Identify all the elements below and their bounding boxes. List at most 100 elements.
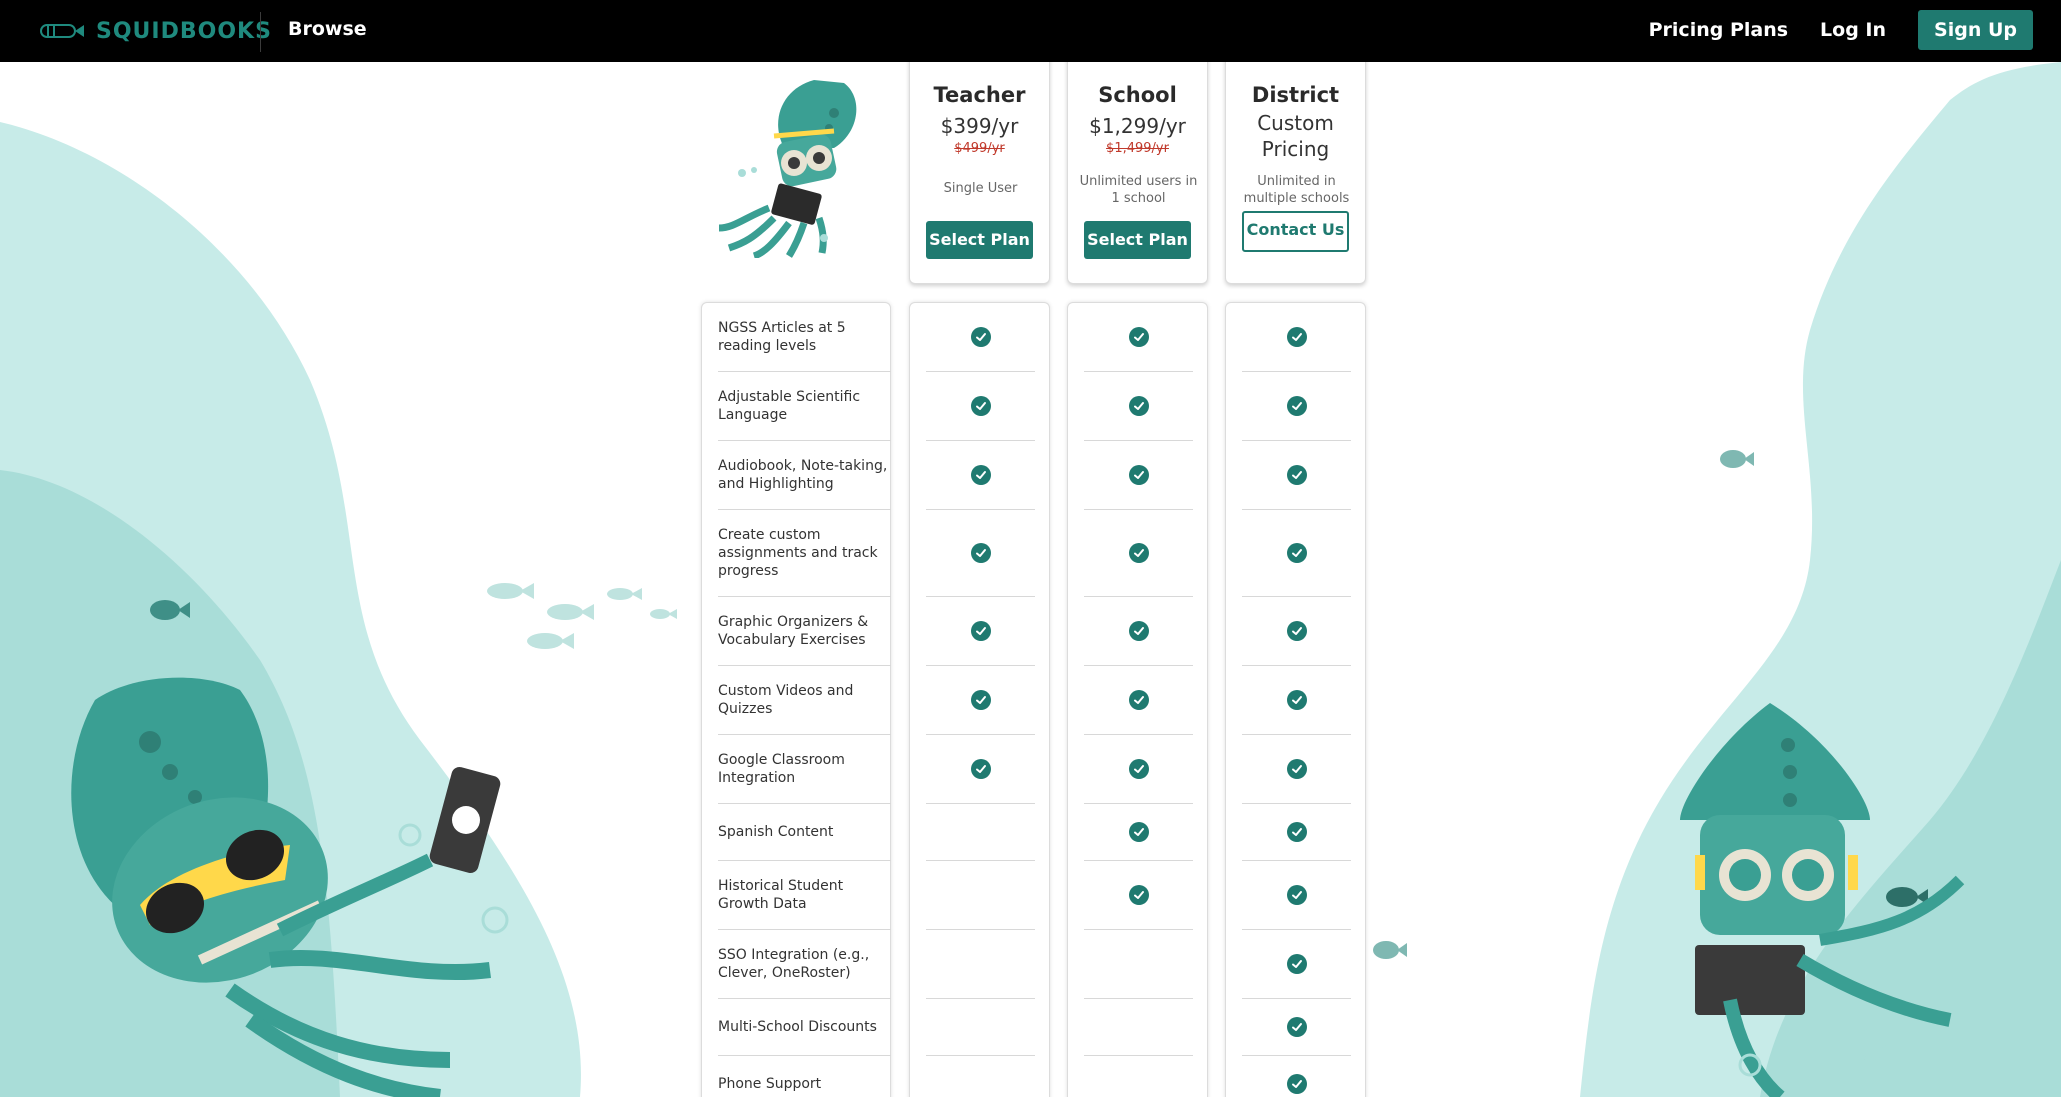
site-logo[interactable]: SQUIDBOOKS (40, 18, 272, 44)
check-icon (1286, 1017, 1307, 1037)
plan-old-price: $1,499/yr (1106, 141, 1169, 156)
check-icon (1286, 465, 1307, 485)
feature-row: Graphic Organizers & Vocabulary Exercise… (718, 597, 891, 666)
feature-cell-school (1084, 1056, 1193, 1097)
feature-cell-teacher (926, 303, 1035, 372)
feature-cell-school (1084, 804, 1193, 861)
feature-cell-teacher (926, 372, 1035, 441)
plan-description: Unlimited users in 1 school (1079, 174, 1198, 206)
check-icon (1128, 396, 1149, 416)
feature-cell-district (1242, 666, 1351, 735)
check-icon (970, 621, 991, 641)
check-icon (970, 465, 991, 485)
check-icon (1286, 954, 1307, 974)
check-icon (1128, 885, 1149, 905)
fish-school-icon (487, 583, 677, 649)
nav-divider (260, 12, 261, 52)
feature-row: Historical Student Growth Data (718, 861, 891, 930)
feature-cell-district (1242, 999, 1351, 1056)
feature-cell-teacher (926, 510, 1035, 597)
select-plan-teacher-button[interactable]: Select Plan (926, 221, 1033, 259)
feature-cell-teacher (926, 861, 1035, 930)
check-icon (1286, 690, 1307, 710)
signup-button[interactable]: Sign Up (1918, 10, 2033, 50)
plan-price: Custom Pricing (1257, 111, 1334, 161)
plan-name: Teacher (933, 83, 1026, 107)
check-icon (1286, 822, 1307, 842)
feature-cell-district (1242, 930, 1351, 999)
plan-card-teacher: Teacher $399/yr $499/yr Single User Sele… (909, 56, 1050, 284)
nav-pricing-link[interactable]: Pricing Plans (1649, 19, 1788, 41)
feature-row: Create custom assignments and track prog… (718, 510, 891, 597)
plan-description: Single User (943, 181, 1018, 196)
feature-cell-district (1242, 303, 1351, 372)
feature-cell-district (1242, 441, 1351, 510)
feature-cell-school (1084, 735, 1193, 804)
feature-label: Graphic Organizers & Vocabulary Exercise… (718, 614, 869, 648)
feature-label: SSO Integration (e.g., Clever, OneRoster… (718, 947, 870, 981)
feature-cell-school (1084, 510, 1193, 597)
check-icon (970, 396, 991, 416)
feature-row: SSO Integration (e.g., Clever, OneRoster… (718, 930, 891, 999)
feature-cell-school (1084, 999, 1193, 1056)
feature-label: Spanish Content (718, 824, 834, 840)
feature-label: Audiobook, Note-taking, and Highlighting (718, 458, 888, 492)
feature-labels-column: NGSS Articles at 5 reading levels Adjusta… (701, 302, 891, 1097)
school-features-column (1067, 302, 1208, 1097)
feature-row: Adjustable Scientific Language (718, 372, 891, 441)
feature-cell-teacher (926, 804, 1035, 861)
plan-description: Unlimited in multiple schools (1243, 174, 1350, 206)
check-icon (970, 543, 991, 563)
nav-right-group: Pricing Plans Log In Sign Up (1649, 10, 2033, 50)
check-icon (1128, 543, 1149, 563)
feature-label: Google Classroom Integration (718, 752, 845, 786)
feature-cell-school (1084, 930, 1193, 999)
plan-old-price: $499/yr (954, 141, 1005, 156)
feature-label: Custom Videos and Quizzes (718, 683, 854, 717)
feature-cell-teacher (926, 597, 1035, 666)
feature-cell-teacher (926, 666, 1035, 735)
feature-cell-district (1242, 1056, 1351, 1097)
feature-row: Audiobook, Note-taking, and Highlighting (718, 441, 891, 510)
plan-name: District (1251, 83, 1340, 107)
nav-login-link[interactable]: Log In (1820, 19, 1886, 41)
check-icon (1128, 465, 1149, 485)
feature-row: Spanish Content (718, 804, 891, 861)
feature-label: NGSS Articles at 5 reading levels (718, 320, 846, 354)
check-icon (1128, 690, 1149, 710)
nav-browse-link[interactable]: Browse (288, 18, 367, 40)
district-features-column (1225, 302, 1366, 1097)
feature-cell-district (1242, 597, 1351, 666)
teacher-features-column (909, 302, 1050, 1097)
feature-cell-school (1084, 441, 1193, 510)
feature-cell-district (1242, 735, 1351, 804)
select-plan-school-button[interactable]: Select Plan (1084, 221, 1191, 259)
check-icon (1286, 543, 1307, 563)
feature-cell-teacher (926, 441, 1035, 510)
plan-card-district: District Custom Pricing Unlimited in mul… (1225, 56, 1366, 284)
feature-cell-school (1084, 372, 1193, 441)
check-icon (1286, 885, 1307, 905)
feature-row: Google Classroom Integration (718, 735, 891, 804)
feature-label: Create custom assignments and track prog… (718, 527, 878, 579)
feature-cell-teacher (926, 1056, 1035, 1097)
feature-cell-district (1242, 510, 1351, 597)
feature-label: Historical Student Growth Data (718, 878, 844, 912)
check-icon (1286, 396, 1307, 416)
feature-cell-teacher (926, 930, 1035, 999)
feature-row: Custom Videos and Quizzes (718, 666, 891, 735)
feature-cell-school (1084, 597, 1193, 666)
plan-price: $399/yr (940, 114, 1019, 138)
feature-label: Phone Support (718, 1076, 822, 1092)
plan-card-school: School $1,299/yr $1,499/yr Unlimited use… (1067, 56, 1208, 284)
fish-icon (1373, 941, 1407, 959)
check-icon (1128, 822, 1149, 842)
check-icon (970, 759, 991, 779)
plan-price: $1,299/yr (1089, 114, 1186, 138)
feature-cell-school (1084, 861, 1193, 930)
check-icon (1286, 327, 1307, 347)
check-icon (1286, 1074, 1307, 1094)
feature-label: Adjustable Scientific Language (718, 389, 861, 423)
check-icon (1128, 759, 1149, 779)
contact-us-button[interactable]: Contact Us (1242, 211, 1349, 252)
